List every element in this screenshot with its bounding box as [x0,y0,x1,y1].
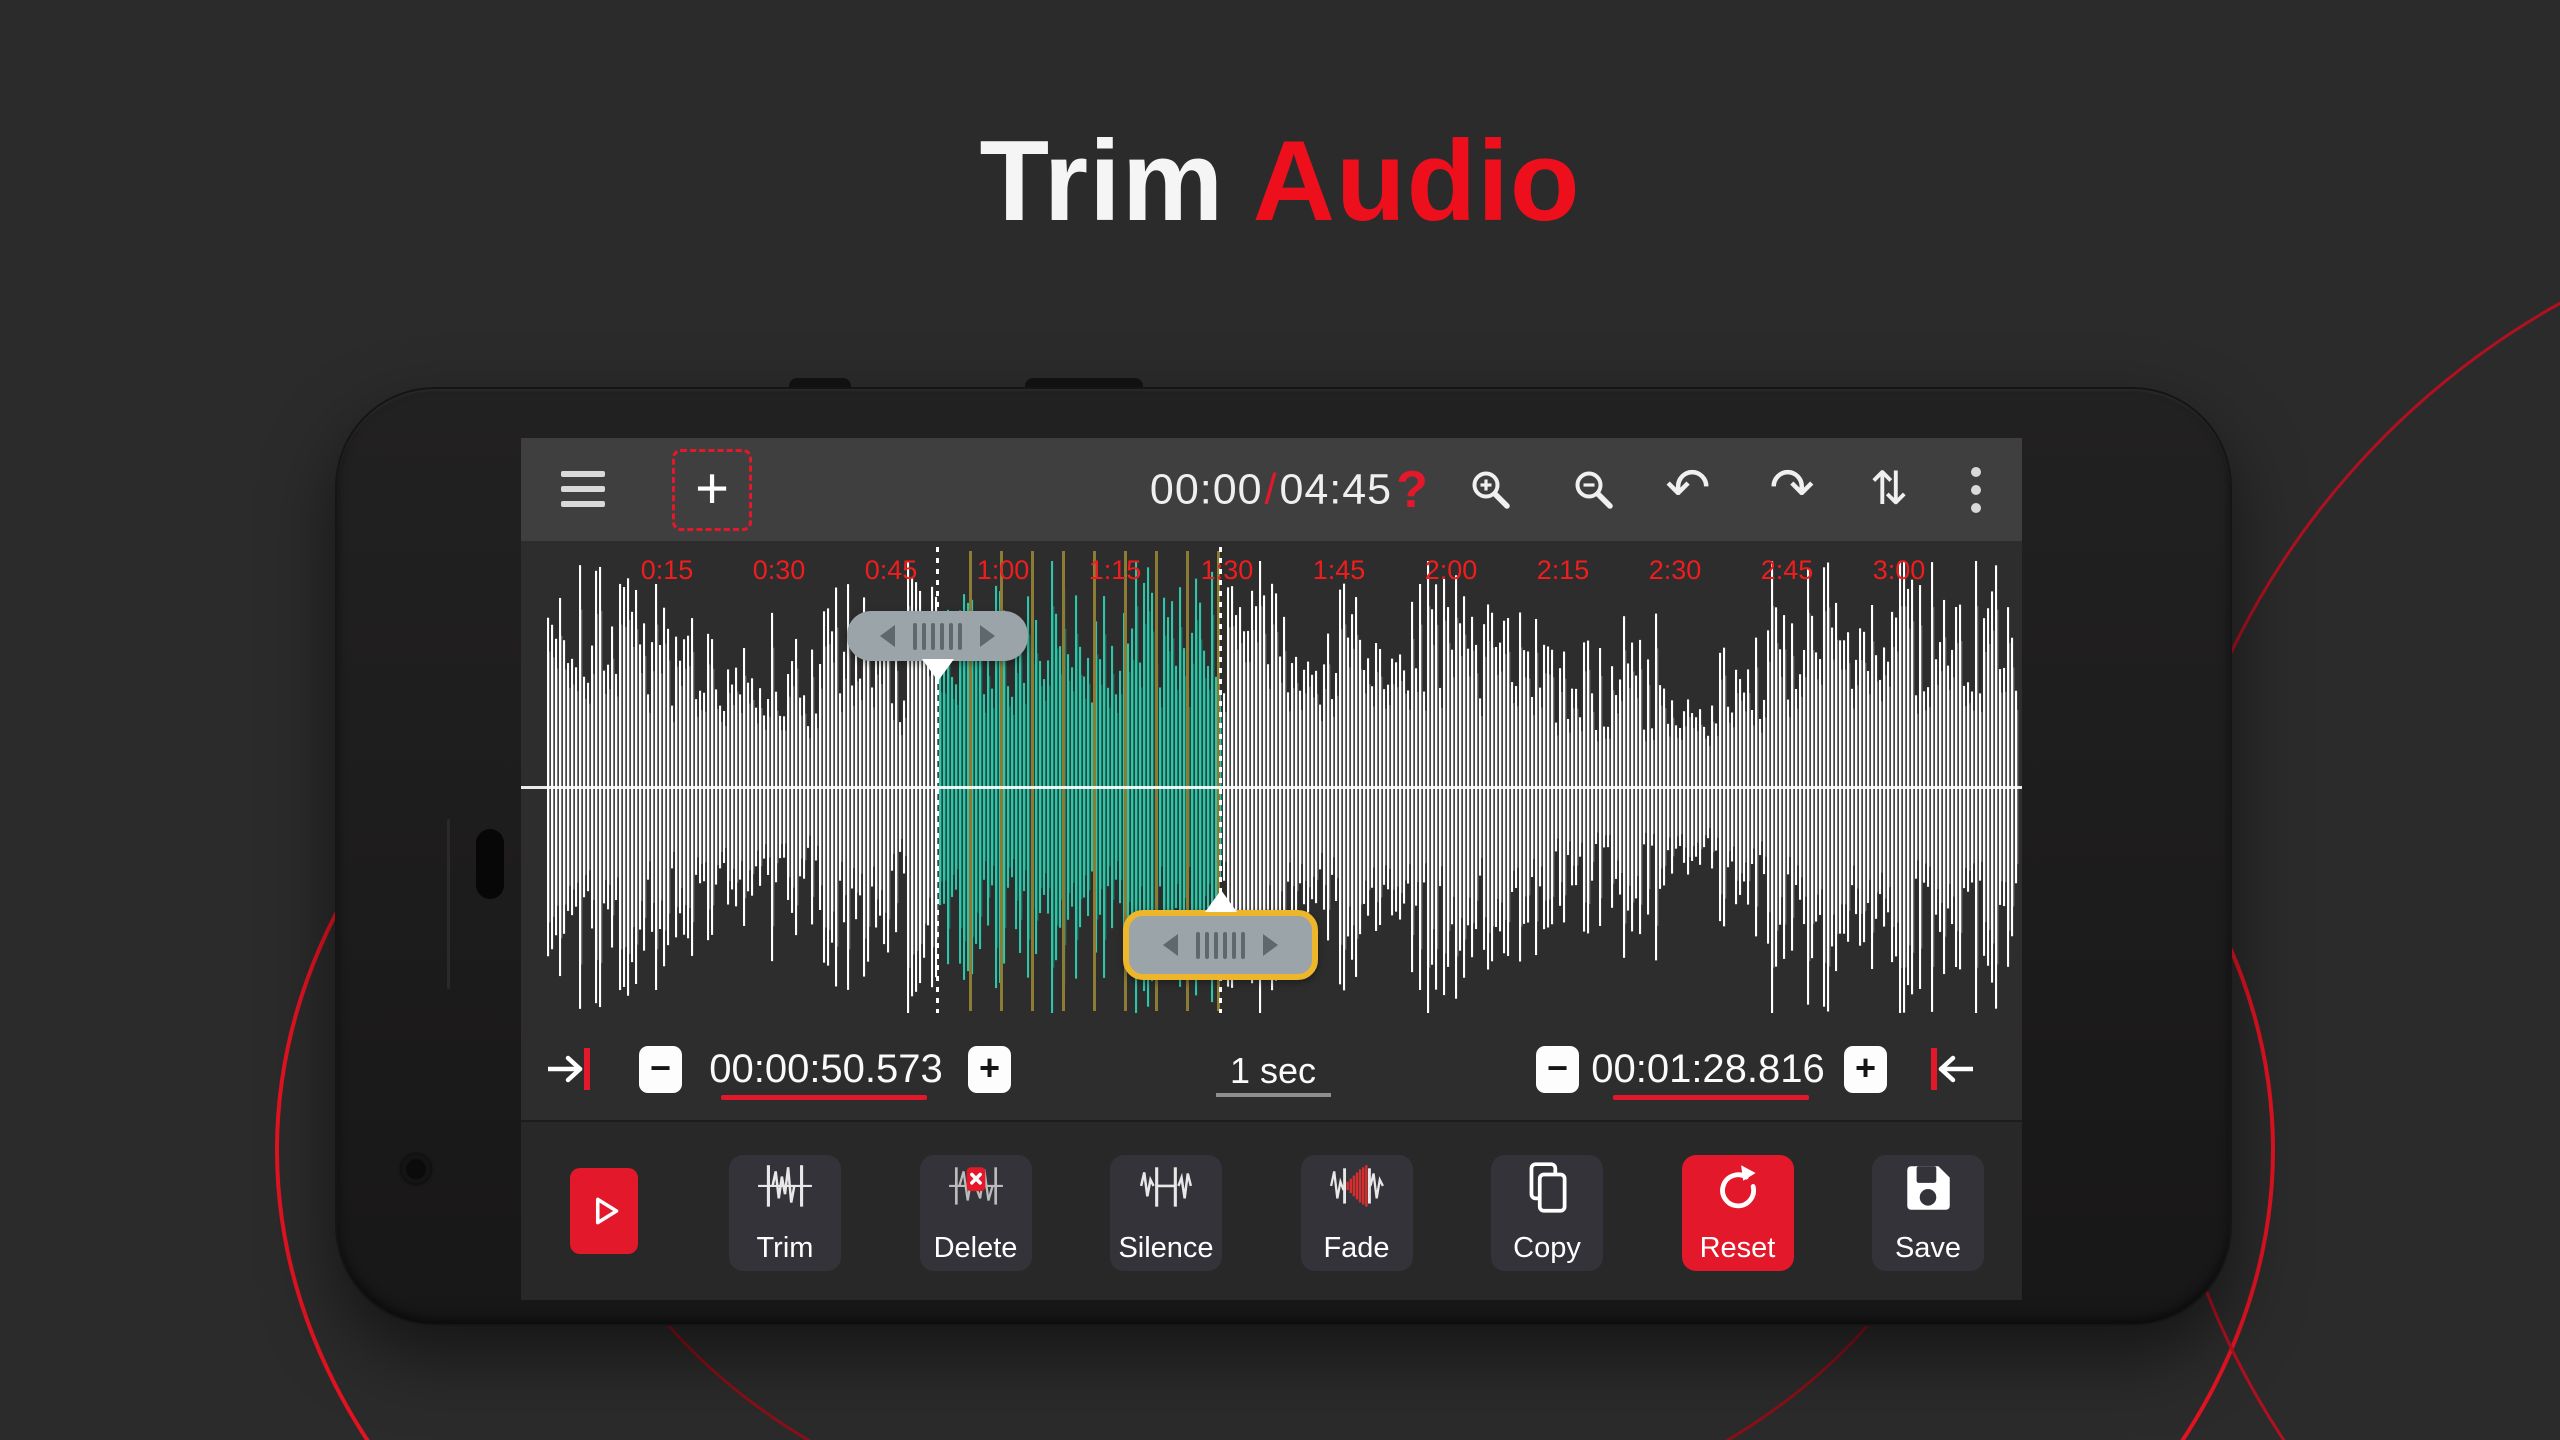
timeline-label: 3:00 [1872,555,1926,585]
save-button[interactable]: Save [1872,1155,1984,1271]
overflow-menu-icon[interactable] [1971,466,1981,513]
menu-icon[interactable] [561,471,605,508]
start-time-underline [721,1095,927,1100]
action-label: Reset [1699,1232,1776,1264]
time-separator: / [1264,465,1278,513]
marker-line [1031,551,1034,1011]
front-camera [401,1154,431,1184]
timeline-label: 0:30 [752,555,806,585]
action-label: Save [1894,1232,1962,1264]
timeline-label: 1:30 [1200,555,1254,585]
save-icon [1899,1166,1957,1221]
ear-speaker [476,829,504,899]
timeline-label: 2:45 [1760,555,1814,585]
trim-icon [756,1165,814,1221]
end-time-plus-button[interactable]: + [1844,1046,1887,1093]
start-time-minus-button[interactable]: − [639,1046,682,1093]
selection-end-handle[interactable] [1123,910,1318,980]
action-label: Trim [756,1232,814,1264]
selection-start-handle[interactable] [847,611,1028,661]
antenna-seam [447,819,450,989]
timeline-label: 1:45 [1312,555,1366,585]
marker-line [1093,551,1096,1011]
marker-line [1062,551,1065,1011]
skip-to-end-icon[interactable] [1925,1043,1977,1095]
delete-button[interactable]: Delete [919,1155,1032,1271]
page-title: Trim Audio [0,116,2560,247]
swap-vertical-icon[interactable]: ⇅ [1870,465,1909,511]
end-time-minus-button[interactable]: − [1536,1046,1579,1093]
action-label: Fade [1323,1232,1390,1264]
silence-icon [1137,1167,1195,1221]
time-current: 00:00 [1149,465,1263,513]
play-icon [595,1197,619,1225]
app-screen: + 00:00/04:45 ? ↶ ↷ ⇅ 0:15 0:30 0:45 1:0… [521,438,2022,1300]
title-word-audio: Audio [1252,118,1581,245]
redo-icon[interactable]: ↷ [1769,460,1814,514]
action-label: Copy [1513,1232,1581,1264]
selection-start-time[interactable]: 00:00:50.573 [709,1047,943,1092]
help-button[interactable]: ? [1396,460,1428,520]
trim-button[interactable]: Trim [729,1155,841,1271]
delete-icon [947,1167,1005,1221]
play-button[interactable] [570,1168,638,1254]
reset-icon [1709,1165,1767,1221]
timeline-label: 2:30 [1648,555,1702,585]
page: { "title": { "part1": "Trim", "part2": "… [0,0,2560,1440]
silence-button[interactable]: Silence [1110,1155,1222,1271]
copy-icon [1518,1162,1576,1221]
copy-button[interactable]: Copy [1491,1155,1603,1271]
timeline-label: 1:15 [1088,555,1142,585]
step-value[interactable]: 1 sec [1230,1050,1316,1092]
reset-button[interactable]: Reset [1681,1155,1794,1271]
action-toolbar: Trim Delete Silence Fade Copy Reset Save [521,1120,2022,1300]
handle-arrow-left-icon [880,625,895,647]
skip-to-start-icon[interactable] [544,1043,596,1095]
zoom-out-icon[interactable] [1570,466,1618,514]
timeline-label: 2:00 [1424,555,1478,585]
undo-icon[interactable]: ↶ [1665,460,1710,514]
selection-controls: − 00:00:50.573 + 1 sec − 00:01:28.816 + [521,1019,2022,1118]
phone-frame: + 00:00/04:45 ? ↶ ↷ ⇅ 0:15 0:30 0:45 1:0… [335,387,2232,1326]
zoom-in-icon[interactable] [1467,466,1515,514]
step-underline [1216,1093,1331,1097]
handle-arrow-right-icon [1263,934,1278,956]
add-audio-button[interactable]: + [672,449,752,531]
selection-end-time[interactable]: 00:01:28.816 [1591,1047,1825,1092]
handle-arrow-left-icon [1163,934,1178,956]
time-display: 00:00/04:45 [1150,465,1392,514]
waveform-center-line [521,786,2022,789]
handle-grip-icon [913,622,962,650]
timeline-label: 2:15 [1536,555,1590,585]
action-label: Silence [1118,1232,1214,1264]
fade-button[interactable]: Fade [1300,1155,1413,1271]
title-word-trim: Trim [979,118,1225,245]
top-toolbar: + 00:00/04:45 ? ↶ ↷ ⇅ [521,438,2022,541]
timeline-label: 0:45 [864,555,918,585]
timeline-label: 0:15 [640,555,694,585]
action-label: Delete [933,1232,1018,1264]
waveform-area[interactable]: 0:15 0:30 0:45 1:00 1:15 1:30 1:45 2:00 2:15 2:30… [521,541,2022,1019]
handle-arrow-right-icon [980,625,995,647]
timeline-label: 1:00 [976,555,1030,585]
start-time-plus-button[interactable]: + [968,1046,1011,1093]
time-total: 04:45 [1279,465,1393,513]
fade-icon [1328,1165,1386,1221]
end-time-underline [1613,1095,1809,1100]
handle-grip-icon [1196,931,1245,959]
